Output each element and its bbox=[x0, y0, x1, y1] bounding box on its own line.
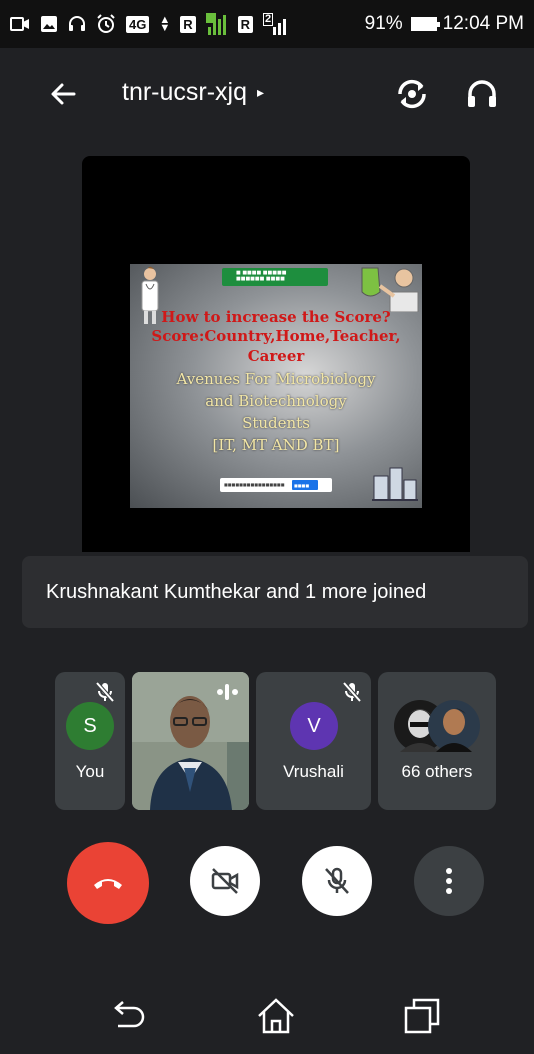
battery-percent: 91% bbox=[364, 13, 403, 34]
more-vert-icon bbox=[446, 868, 452, 894]
status-bar: 4G ▲ ▼ R R 2 91% 12:04 PM bbox=[0, 0, 534, 48]
signal-strength-sim2-icon: 2 bbox=[263, 13, 289, 35]
system-nav-bar bbox=[0, 976, 534, 1054]
participant-video-feed bbox=[132, 672, 249, 810]
status-right: 91% 12:04 PM bbox=[365, 13, 524, 35]
mic-toggle-button[interactable] bbox=[302, 846, 372, 916]
audio-output-button[interactable] bbox=[462, 74, 502, 114]
building-clipart bbox=[372, 467, 418, 501]
battery-icon bbox=[410, 17, 440, 31]
slide-title-line2: Score:Country,Home,Teacher, bbox=[151, 327, 401, 345]
caret-right-icon: ▸ bbox=[257, 84, 265, 100]
gallery-notification-icon bbox=[40, 15, 58, 33]
participant-name-you: You bbox=[75, 762, 105, 781]
meeting-code: tnr-ucsr-xjq bbox=[122, 78, 248, 106]
mic-off-icon bbox=[342, 681, 362, 703]
join-notification: Krushnakant Kumthekar and 1 more joined bbox=[22, 556, 528, 628]
back-button[interactable] bbox=[44, 74, 84, 114]
slide-subtitle-line1: Avenues For Microbiology bbox=[176, 370, 376, 388]
camera-switch-button[interactable] bbox=[392, 74, 432, 114]
participant-tile-others[interactable]: 66 others bbox=[378, 672, 496, 810]
phone-hangup-icon bbox=[94, 879, 122, 889]
slide-title-line1: How to increase the Score? bbox=[161, 308, 391, 326]
join-notification-text: Krushnakant Kumthekar and 1 more joined bbox=[46, 580, 427, 603]
camera-toggle-button[interactable] bbox=[190, 846, 260, 916]
participant-name-others: 66 others bbox=[401, 762, 473, 781]
more-options-button[interactable] bbox=[414, 846, 484, 916]
nav-home-icon bbox=[258, 998, 294, 1034]
sharing-banner: ■■■■■■■■■■■■■■■■ ■■■■ bbox=[220, 478, 332, 492]
avatar-vrushali: V bbox=[290, 702, 338, 750]
slide-subtitle-line2: and Biotechnology bbox=[205, 392, 347, 410]
scientist-clipart bbox=[361, 267, 419, 312]
mic-off-icon bbox=[325, 867, 349, 894]
slide-title-line3: Career bbox=[247, 347, 305, 365]
nav-recents-icon bbox=[404, 998, 440, 1034]
meeting-code-button[interactable]: tnr-ucsr-xjq ▸ bbox=[122, 78, 264, 107]
clock: 12:04 PM bbox=[442, 13, 524, 34]
roaming-badge-2: R bbox=[237, 15, 254, 33]
participant-tile-video[interactable] bbox=[132, 672, 249, 810]
nav-recents-button[interactable] bbox=[400, 994, 444, 1038]
arrow-left-icon bbox=[51, 83, 76, 105]
end-call-button[interactable] bbox=[67, 842, 149, 924]
headset-notification-icon bbox=[68, 15, 86, 33]
nav-back-icon bbox=[114, 1001, 145, 1028]
signal-strength-icon bbox=[205, 13, 228, 35]
participant-name-vrushali: Vrushali bbox=[283, 762, 344, 781]
meeting-header: tnr-ucsr-xjq ▸ bbox=[0, 60, 534, 124]
slide-subtitle-line3: Students bbox=[242, 414, 310, 432]
avatar-you: S bbox=[66, 702, 114, 750]
stop-sharing-button: ■■■■ bbox=[292, 480, 318, 490]
nav-back-button[interactable] bbox=[106, 994, 150, 1038]
camera-off-icon bbox=[211, 868, 239, 894]
others-avatars bbox=[394, 700, 480, 752]
nav-home-button[interactable] bbox=[254, 994, 298, 1038]
participant-tile-vrushali[interactable]: V Vrushali bbox=[256, 672, 371, 810]
presentation-slide: ■ ■■■■ ■■■■■ ■■■■■■ ■■■■ How to increase … bbox=[130, 264, 422, 508]
sim2-label: 2 bbox=[263, 13, 274, 26]
participant-tile-you[interactable]: S You bbox=[55, 672, 125, 810]
network-type-badge: 4G bbox=[126, 15, 150, 33]
mic-off-icon bbox=[95, 681, 115, 703]
presenting-indicator: ■ ■■■■ ■■■■■ ■■■■■■ ■■■■ bbox=[222, 268, 328, 286]
slide-subtitle-line4: [IT, MT AND BT] bbox=[212, 436, 340, 454]
video-notification-icon bbox=[10, 16, 30, 32]
headphones-icon bbox=[468, 80, 496, 107]
main-video-stage[interactable]: ■ ■■■■ ■■■■■ ■■■■■■ ■■■■ How to increase … bbox=[82, 156, 470, 552]
data-arrows-icon: ▲ ▼ bbox=[159, 14, 171, 34]
roaming-badge-1: R bbox=[180, 15, 196, 33]
alarm-icon bbox=[96, 14, 116, 34]
camera-switch-icon bbox=[398, 79, 426, 109]
